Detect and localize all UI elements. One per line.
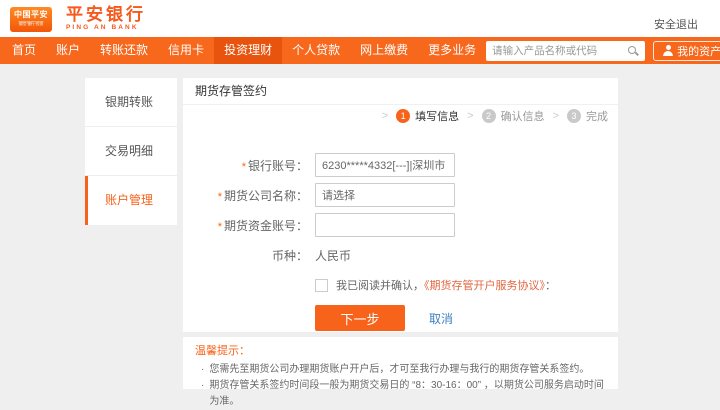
step: > 1 填写信息: [374, 108, 459, 124]
sidebar-item[interactable]: 账户管理: [85, 176, 177, 225]
futures-company-select[interactable]: [315, 183, 455, 207]
nav-items: 首页 账户 转账还款 信用卡 投资理财 个人贷款 网上缴费 更多业务: [2, 37, 486, 64]
step-label: 填写信息: [415, 108, 459, 124]
main-nav: 首页 账户 转账还款 信用卡 投资理财 个人贷款 网上缴费 更多业务 我的资产 …: [0, 37, 720, 64]
bank-account-input[interactable]: [315, 153, 455, 177]
step: > 3 完成: [545, 108, 608, 124]
bank-account-label: *银行账号：: [183, 157, 315, 174]
currency-label: 币种：: [183, 247, 315, 264]
bullet-glyph: ·: [201, 378, 204, 410]
tips-title: 温馨提示：: [195, 342, 606, 358]
pingan-logo-badge-icon: 中国平安 保险·银行·投资: [10, 7, 52, 32]
futures-company-row: *期货公司名称：: [183, 183, 618, 207]
nav-item[interactable]: 个人贷款: [282, 37, 350, 64]
agreement-link[interactable]: 《期货存管开户服务协议》: [424, 280, 545, 292]
step-separator: >: [467, 110, 473, 122]
step-number-badge: 2: [482, 109, 496, 123]
tip-text: 您需先至期货公司办理期货账户开户后，才可至我行办理与我行的期货存管关系签约。: [209, 362, 589, 378]
logo-badge-subtext: 保险·银行·投资: [19, 22, 44, 27]
bank-account-row: *银行账号：: [183, 153, 618, 177]
logout-link[interactable]: 安全退出: [654, 16, 698, 32]
sidebar: 银期转账 交易明细 账户管理: [85, 78, 177, 225]
pingan-logo: 中国平安 保险·银行·投资 平安银行 PING AN BANK: [10, 6, 146, 32]
tip-item: · 您需先至期货公司办理期货账户开户后，才可至我行办理与我行的期货存管关系签约。: [195, 362, 606, 378]
futures-account-input[interactable]: [315, 213, 455, 237]
step-separator: >: [382, 110, 388, 122]
bullet-glyph: ·: [201, 362, 204, 378]
agreement-text: 我已阅读并确认，《期货存管开户服务协议》：: [336, 277, 556, 293]
required-asterisk: *: [218, 221, 222, 233]
step-separator: >: [553, 110, 559, 122]
nav-item[interactable]: 首页: [2, 37, 46, 64]
top-header: 中国平安 保险·银行·投资 平安银行 PING AN BANK 安全退出: [0, 0, 720, 37]
tip-item: · 期货存管关系签约时间段一般为期货交易日的 “8：30-16：00” ，以期货…: [195, 378, 606, 410]
bank-name-cn: 平安银行: [66, 6, 146, 24]
step-label: 完成: [586, 108, 608, 124]
currency-row: 币种： 人民币: [183, 247, 618, 264]
nav-item[interactable]: 网上缴费: [350, 37, 418, 64]
futures-account-row: *期货资金账号：: [183, 213, 618, 237]
warm-tips-panel: 温馨提示： · 您需先至期货公司办理期货账户开户后，才可至我行办理与我行的期货存…: [183, 337, 618, 389]
futures-company-label: *期货公司名称：: [183, 187, 315, 204]
step-label: 确认信息: [501, 108, 545, 124]
futures-account-label: *期货资金账号：: [183, 217, 315, 234]
nav-item[interactable]: 投资理财: [214, 37, 282, 64]
step: > 2 确认信息: [459, 108, 544, 124]
next-step-button[interactable]: 下一步: [315, 305, 405, 331]
agreement-row: 我已阅读并确认，《期货存管开户服务协议》：: [183, 277, 618, 293]
nav-item[interactable]: 账户: [46, 37, 90, 64]
nav-item[interactable]: 信用卡: [158, 37, 214, 64]
search-icon[interactable]: [627, 45, 639, 57]
step-number-badge: 3: [567, 109, 581, 123]
page-title: 期货存管签约: [183, 78, 618, 105]
sidebar-item[interactable]: 交易明细: [85, 127, 177, 176]
step-number-badge: 1: [396, 109, 410, 123]
currency-value: 人民币: [315, 247, 351, 264]
product-search-input[interactable]: [492, 45, 627, 57]
tip-text: 期货存管关系签约时间段一般为期货交易日的 “8：30-16：00” ，以期货公司…: [209, 378, 606, 410]
person-icon: [663, 45, 673, 56]
sidebar-item[interactable]: 银期转账: [85, 78, 177, 127]
nav-item[interactable]: 更多业务: [418, 37, 486, 64]
my-assets-button[interactable]: 我的资产: [653, 41, 720, 61]
product-search-box: [486, 41, 645, 61]
nav-item[interactable]: 转账还款: [90, 37, 158, 64]
logo-badge-text: 中国平安: [14, 10, 48, 20]
signing-form: *银行账号： *期货公司名称： *期货资金账号： 币种： 人民币 我已阅读并确认…: [183, 153, 618, 331]
bank-name-en: PING AN BANK: [66, 24, 146, 32]
futures-signing-panel: 期货存管签约 > 1 填写信息 > 2 确认信息 > 3 完成 *银行账号：: [183, 78, 618, 332]
step-indicator: > 1 填写信息 > 2 确认信息 > 3 完成: [374, 108, 608, 124]
my-assets-label: 我的资产: [677, 43, 720, 59]
bank-name: 平安银行 PING AN BANK: [66, 6, 146, 32]
required-asterisk: *: [218, 191, 222, 203]
buttons-row: 下一步 取消: [183, 305, 618, 331]
agreement-checkbox[interactable]: [315, 279, 328, 292]
cancel-link[interactable]: 取消: [429, 310, 453, 327]
required-asterisk: *: [242, 161, 246, 173]
